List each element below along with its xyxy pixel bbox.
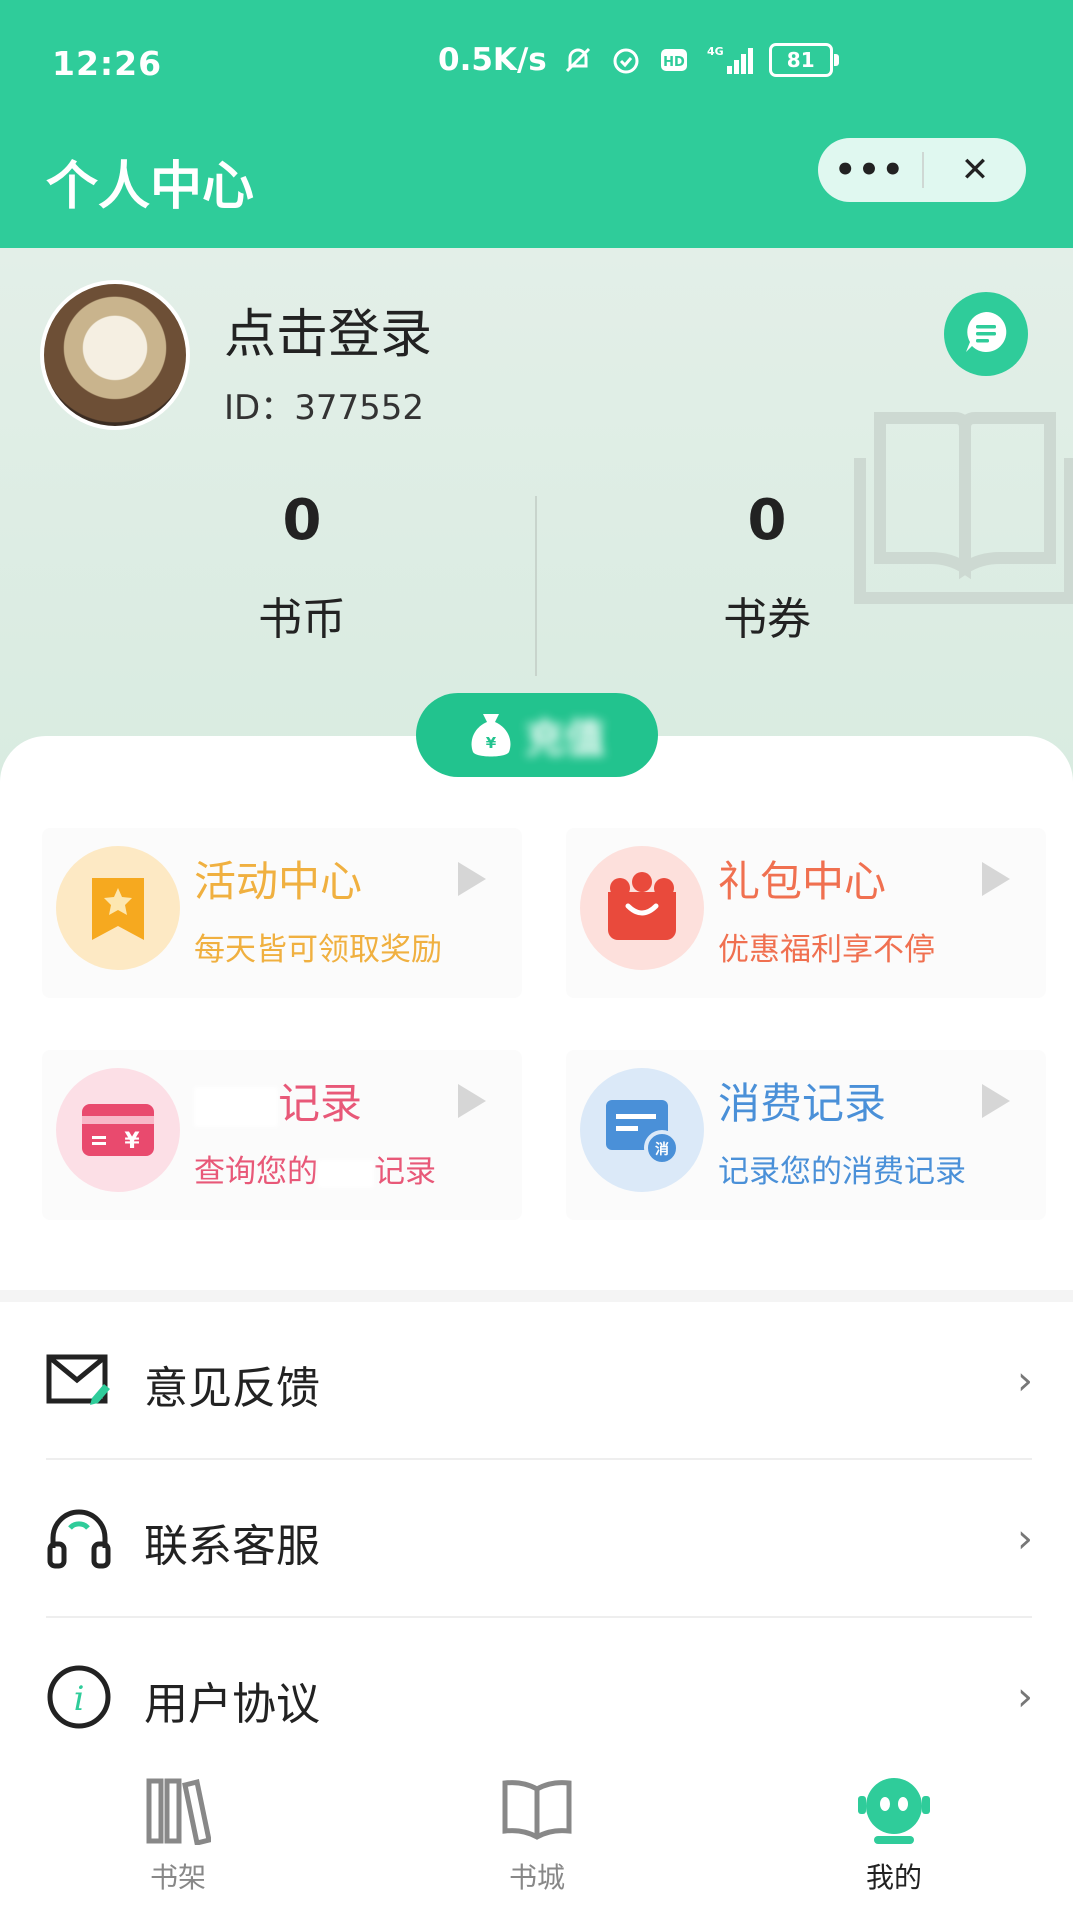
menu-item-user-agreement[interactable]: i 用户协议 › [0, 1618, 1073, 1776]
card-subtitle: 查询您的 记录 [194, 1154, 436, 1190]
alarm-icon [609, 43, 643, 77]
tab-label: 书城 [508, 1861, 565, 1894]
tab-label: 书架 [149, 1861, 206, 1894]
card-subtitle: 每天皆可领取奖励 [194, 932, 442, 968]
voucher-count: 0 [747, 488, 787, 553]
recharge-button[interactable]: ¥ 充值 [416, 693, 658, 777]
tab-bookstore[interactable]: 书城 [437, 1770, 637, 1896]
voucher-stat[interactable]: 0 书券 [617, 488, 917, 647]
svg-text:4G: 4G [707, 45, 724, 58]
svg-text:消: 消 [655, 1141, 669, 1158]
bookshelf-icon [78, 1770, 278, 1850]
status-indicators: 0.5K/s HD 4G 81 [438, 42, 839, 78]
signal-icon: 4G [705, 43, 755, 77]
svg-text:¥: ¥ [124, 1129, 140, 1154]
card-title: 记录 [194, 1070, 362, 1131]
recharge-record-card[interactable]: ¥ 记录 查询您的 记录 [42, 1050, 522, 1220]
mute-bell-icon [561, 43, 595, 77]
card-title: 消费记录 [718, 1079, 887, 1128]
svg-text:i: i [74, 1679, 85, 1719]
hd-icon: HD [657, 43, 691, 77]
play-arrow-icon [458, 862, 486, 896]
feature-panel: 活动中心 每天皆可领取奖励 礼包中心 优惠福利享不停 ¥ 记录 查询您的 记录 消… [0, 736, 1073, 1296]
status-time: 12:26 [52, 44, 163, 83]
mail-feedback-icon [44, 1346, 114, 1416]
stat-divider [535, 496, 537, 676]
nav-header: 个人中心 ••• ✕ [0, 126, 1073, 248]
svg-text:¥: ¥ [486, 734, 497, 752]
chevron-right-icon: › [1017, 1516, 1033, 1562]
consume-record-card[interactable]: 消 消费记录 记录您的消费记录 [566, 1050, 1046, 1220]
headset-icon [44, 1504, 114, 1574]
robot-face-icon [794, 1770, 994, 1850]
menu-item-customer-service[interactable]: 联系客服 › [0, 1460, 1073, 1618]
tab-mine[interactable]: 我的 [794, 1770, 994, 1896]
mini-program-capsule: ••• ✕ [818, 138, 1026, 202]
star-bookmark-icon [56, 846, 180, 970]
play-arrow-icon [458, 1084, 486, 1118]
consume-record-icon: 消 [580, 1068, 704, 1192]
recharge-label: 充值 [525, 716, 605, 762]
menu-label: 意见反馈 [144, 1363, 320, 1414]
menu-label: 用户协议 [144, 1679, 320, 1730]
section-separator [0, 1290, 1073, 1302]
network-speed: 0.5K/s [438, 42, 547, 78]
open-book-icon [437, 1770, 637, 1850]
menu-item-feedback[interactable]: 意见反馈 › [0, 1302, 1073, 1460]
message-icon [962, 308, 1010, 360]
bottom-tab-bar: 书架 书城 我的 [0, 1756, 1073, 1913]
gift-basket-icon [580, 846, 704, 970]
chevron-right-icon: › [1017, 1674, 1033, 1720]
voucher-label: 书券 [723, 594, 811, 645]
coin-count: 0 [282, 488, 322, 553]
battery-indicator: 81 [768, 43, 839, 77]
card-subtitle: 优惠福利享不停 [718, 932, 935, 968]
card-title: 活动中心 [194, 857, 363, 906]
profile-section: 点击登录 ID：377552 0 书币 0 书券 ¥ 充值 [0, 248, 1073, 808]
page-title: 个人中心 [46, 157, 255, 217]
menu-label: 联系客服 [144, 1521, 320, 1572]
svg-text:HD: HD [663, 55, 685, 70]
play-arrow-icon [982, 1084, 1010, 1118]
money-bag-icon: ¥ [469, 710, 513, 760]
tab-label: 我的 [865, 1861, 922, 1894]
user-id: ID：377552 [224, 388, 424, 428]
avatar[interactable] [40, 280, 190, 430]
coin-label: 书币 [258, 594, 346, 645]
play-arrow-icon [982, 862, 1010, 896]
chevron-right-icon: › [1017, 1358, 1033, 1404]
more-button[interactable]: ••• [818, 138, 922, 202]
coin-stat[interactable]: 0 书币 [152, 488, 452, 647]
status-bar: 12:26 0.5K/s HD 4G 81 [0, 0, 1073, 126]
gift-center-card[interactable]: 礼包中心 优惠福利享不停 [566, 828, 1046, 998]
recharge-card-icon: ¥ [56, 1068, 180, 1192]
card-title: 礼包中心 [718, 857, 887, 906]
card-subtitle: 记录您的消费记录 [718, 1154, 966, 1190]
tab-bookshelf[interactable]: 书架 [78, 1770, 278, 1896]
info-icon: i [44, 1662, 114, 1732]
message-button[interactable] [944, 292, 1028, 376]
close-button[interactable]: ✕ [924, 138, 1026, 202]
login-link[interactable]: 点击登录 [224, 292, 432, 367]
activity-center-card[interactable]: 活动中心 每天皆可领取奖励 [42, 828, 522, 998]
